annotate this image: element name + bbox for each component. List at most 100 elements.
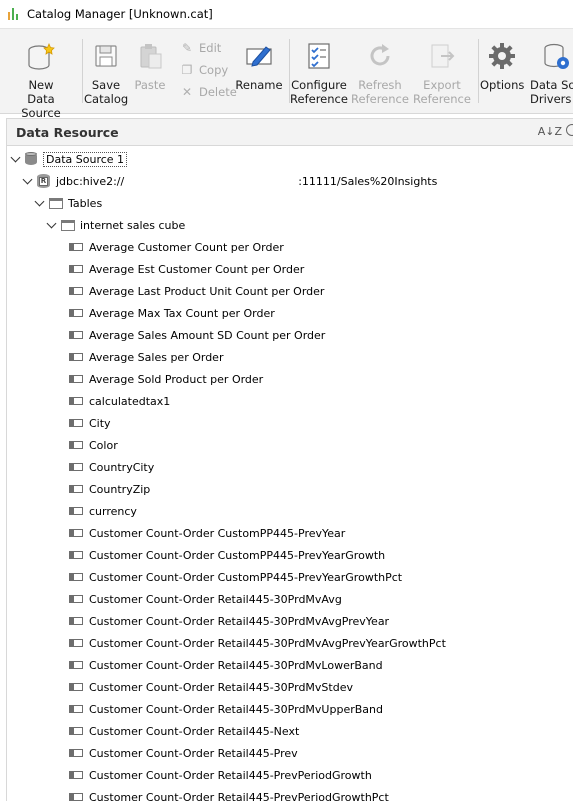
tree-field-item[interactable]: City bbox=[69, 412, 111, 434]
options-button[interactable]: Options bbox=[480, 29, 524, 115]
field-icon bbox=[69, 793, 83, 801]
field-label: Customer Count-Order Retail445-Next bbox=[89, 724, 300, 738]
field-icon bbox=[69, 573, 83, 581]
rename-label: Rename bbox=[235, 78, 283, 92]
chevron-down-icon[interactable] bbox=[11, 154, 21, 164]
field-icon bbox=[69, 287, 83, 295]
delete-button[interactable]: ✕ Delete bbox=[180, 83, 237, 101]
tree-field-item[interactable]: Customer Count-Order Retail445-30PrdMvUp… bbox=[69, 698, 383, 720]
field-icon bbox=[69, 485, 83, 493]
database-driver-icon bbox=[544, 43, 569, 69]
field-label: CountryCity bbox=[89, 460, 155, 474]
export-icon bbox=[431, 44, 455, 68]
field-label: calculatedtax1 bbox=[89, 394, 171, 408]
tree-field-item[interactable]: currency bbox=[69, 500, 137, 522]
tables-label: Tables bbox=[68, 196, 103, 210]
tree-field-item[interactable]: Customer Count-Order Retail445-30PrdMvAv… bbox=[69, 632, 446, 654]
copy-label: Copy bbox=[199, 63, 229, 77]
field-icon bbox=[69, 639, 83, 647]
tree-field-item[interactable]: Customer Count-Order Retail445-30PrdMvLo… bbox=[69, 654, 383, 676]
options-label: Options bbox=[480, 78, 525, 92]
field-label: Customer Count-Order Retail445-30PrdMvAv… bbox=[89, 592, 342, 606]
paste-button[interactable]: Paste bbox=[130, 29, 170, 115]
new-database-icon bbox=[28, 42, 55, 70]
app-icon bbox=[7, 7, 21, 21]
export-reference-button[interactable]: Export Reference bbox=[412, 29, 472, 115]
field-label: Average Sold Product per Order bbox=[89, 372, 264, 386]
field-label: Customer Count-Order CustomPP445-PrevYea… bbox=[89, 548, 386, 562]
field-icon bbox=[69, 375, 83, 383]
field-icon bbox=[69, 441, 83, 449]
rename-icon bbox=[246, 46, 272, 67]
field-label: Average Last Product Unit Count per Orde… bbox=[89, 284, 325, 298]
field-label: Customer Count-Order Retail445-30PrdMvAv… bbox=[89, 636, 446, 650]
tree-field-item[interactable]: Customer Count-Order Retail445-PrevPerio… bbox=[69, 764, 372, 786]
toolbar: New Data Source Save Catalog Paste ✎ Edi… bbox=[0, 28, 573, 120]
field-label: Average Sales Amount SD Count per Order bbox=[89, 328, 326, 342]
panel-header: Data Resource A↓Z bbox=[7, 118, 573, 146]
tree-field-item[interactable]: Average Max Tax Count per Order bbox=[69, 302, 275, 324]
tree-field-item[interactable]: Customer Count-Order CustomPP445-PrevYea… bbox=[69, 566, 402, 588]
field-icon bbox=[69, 309, 83, 317]
rename-button[interactable]: Rename bbox=[234, 29, 284, 115]
tree-field-item[interactable]: Average Customer Count per Order bbox=[69, 236, 284, 258]
tree-field-item[interactable]: Customer Count-Order CustomPP445-PrevYea… bbox=[69, 522, 345, 544]
tree-field-item[interactable]: CountryZip bbox=[69, 478, 150, 500]
field-label: CountryZip bbox=[89, 482, 151, 496]
tree-field-item[interactable]: Average Est Customer Count per Order bbox=[69, 258, 304, 280]
tree-node-tables[interactable]: Tables bbox=[35, 192, 102, 214]
data-source-drivers-button[interactable]: Data Sou Drivers bbox=[526, 29, 573, 115]
tree-field-item[interactable]: Customer Count-Order Retail445-Prev bbox=[69, 742, 298, 764]
tree-node-cube[interactable]: internet sales cube bbox=[47, 214, 185, 236]
field-icon bbox=[69, 243, 83, 251]
field-label: Customer Count-Order Retail445-30PrdMvAv… bbox=[89, 614, 390, 628]
field-label: Average Est Customer Count per Order bbox=[89, 262, 305, 276]
paste-label: Paste bbox=[134, 78, 166, 92]
copy-icon: ❐ bbox=[181, 63, 193, 77]
search-icon[interactable] bbox=[566, 124, 573, 136]
tree-field-item[interactable]: Average Last Product Unit Count per Orde… bbox=[69, 280, 324, 302]
new-data-source-button[interactable]: New Data Source bbox=[6, 29, 76, 120]
tree-field-item[interactable]: Customer Count-Order Retail445-PrevPerio… bbox=[69, 786, 389, 801]
field-label: currency bbox=[89, 504, 137, 518]
field-label: Customer Count-Order Retail445-PrevPerio… bbox=[89, 768, 372, 782]
field-icon bbox=[69, 551, 83, 559]
chevron-down-icon[interactable] bbox=[35, 198, 45, 208]
data-source-drivers-label: Data Sou Drivers bbox=[530, 78, 573, 106]
jdbc-url-suffix: :11111/Sales%20Insights bbox=[298, 174, 438, 188]
field-label: City bbox=[89, 416, 111, 430]
tree-field-item[interactable]: Customer Count-Order CustomPP445-PrevYea… bbox=[69, 544, 385, 566]
field-icon bbox=[69, 617, 83, 625]
edit-button[interactable]: ✎ Edit bbox=[180, 39, 221, 57]
tree-field-item[interactable]: Average Sales Amount SD Count per Order bbox=[69, 324, 325, 346]
configure-reference-button[interactable]: Configure Reference bbox=[290, 29, 348, 115]
refresh-reference-button[interactable]: Refresh Reference bbox=[350, 29, 410, 115]
field-label: Customer Count-Order CustomPP445-PrevYea… bbox=[89, 570, 403, 584]
tree-node-jdbc[interactable]: R jdbc:hive2:// :11111/Sales%20Insights bbox=[23, 170, 437, 192]
database-icon bbox=[25, 152, 38, 166]
tree-field-item[interactable]: Customer Count-Order Retail445-Next bbox=[69, 720, 299, 742]
checklist-icon bbox=[308, 43, 330, 69]
tree-field-item[interactable]: Average Sold Product per Order bbox=[69, 368, 263, 390]
tree-field-item[interactable]: Customer Count-Order Retail445-30PrdMvSt… bbox=[69, 676, 353, 698]
tree-field-item[interactable]: calculatedtax1 bbox=[69, 390, 170, 412]
cube-label: internet sales cube bbox=[80, 218, 186, 232]
data-source-label: Data Source 1 bbox=[43, 151, 128, 167]
tree-field-item[interactable]: Average Sales per Order bbox=[69, 346, 223, 368]
tree-node-data-source[interactable]: Data Source 1 bbox=[11, 148, 128, 170]
copy-button[interactable]: ❐ Copy bbox=[180, 61, 229, 79]
tree-field-item[interactable]: Customer Count-Order Retail445-30PrdMvAv… bbox=[69, 588, 342, 610]
delete-icon: ✕ bbox=[181, 85, 193, 99]
chevron-down-icon[interactable] bbox=[23, 176, 33, 186]
sort-az-icon[interactable]: A↓Z bbox=[538, 125, 562, 138]
table-icon bbox=[61, 219, 75, 231]
save-catalog-button[interactable]: Save Catalog bbox=[84, 29, 128, 115]
pencil-icon: ✎ bbox=[181, 41, 193, 55]
toolbar-separator bbox=[478, 39, 479, 103]
tree-field-item[interactable]: Color bbox=[69, 434, 118, 456]
configure-reference-label: Configure Reference bbox=[290, 78, 348, 106]
data-resource-panel: Data Resource A↓Z Data Source 1 R jdbc:h… bbox=[6, 118, 573, 801]
tree-field-item[interactable]: CountryCity bbox=[69, 456, 154, 478]
tree-field-item[interactable]: Customer Count-Order Retail445-30PrdMvAv… bbox=[69, 610, 389, 632]
chevron-down-icon[interactable] bbox=[47, 220, 57, 230]
